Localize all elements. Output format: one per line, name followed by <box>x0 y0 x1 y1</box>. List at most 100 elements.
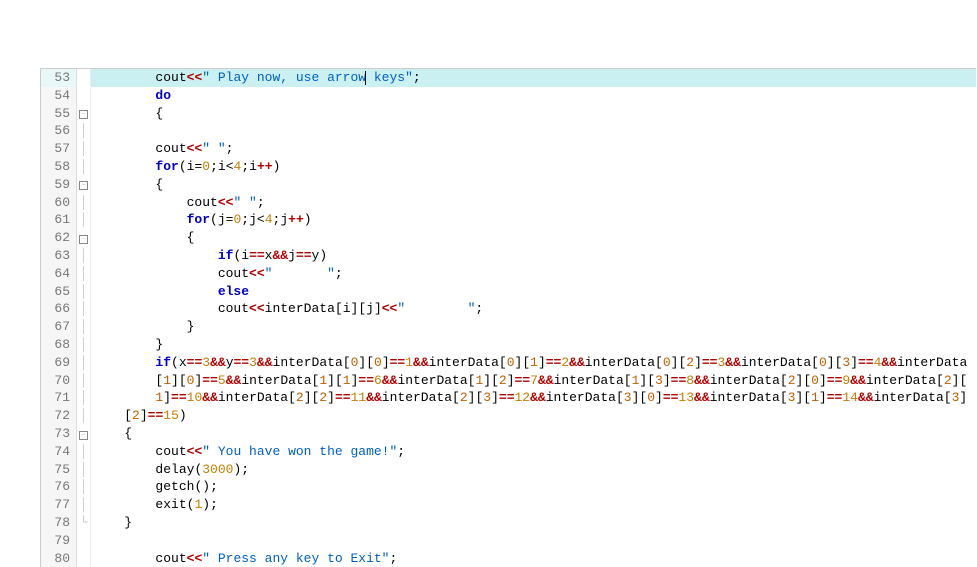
code-content[interactable]: else <box>91 283 976 301</box>
line-number: 54 <box>41 87 77 105</box>
code-content[interactable]: [1][0]==5&&interData[1][1]==6&&interData… <box>91 372 976 390</box>
code-content[interactable]: cout<<" "; <box>91 265 976 283</box>
code-line[interactable]: 53 cout<<" Play now, use arrow keys"; <box>41 69 976 87</box>
line-number: 66 <box>41 300 77 318</box>
fold-gutter: │ <box>77 122 91 140</box>
line-number: 60 <box>41 194 77 212</box>
fold-gutter: │ <box>77 283 91 301</box>
line-number: 57 <box>41 140 77 158</box>
code-content[interactable] <box>91 122 976 140</box>
code-line[interactable]: 56│ <box>41 122 976 140</box>
code-line[interactable]: 76│ getch(); <box>41 478 976 496</box>
fold-gutter: │ <box>77 496 91 514</box>
code-content[interactable]: cout<<" Press any key to Exit"; <box>91 550 976 567</box>
code-content[interactable]: cout<<" "; <box>91 140 976 158</box>
code-content[interactable]: cout<<" Play now, use arrow keys"; <box>91 69 976 87</box>
code-line[interactable]: 64│ cout<<" "; <box>41 265 976 283</box>
line-number: 59 <box>41 176 77 194</box>
code-line[interactable]: 60│ cout<<" "; <box>41 194 976 212</box>
code-line[interactable]: 61│ for(j=0;j<4;j++) <box>41 211 976 229</box>
fold-gutter[interactable]: − <box>77 425 91 443</box>
fold-gutter: │ <box>77 478 91 496</box>
code-line[interactable]: 54 do <box>41 87 976 105</box>
line-number: 74 <box>41 443 77 461</box>
line-number: 79 <box>41 532 77 550</box>
code-content[interactable]: 1]==10&&interData[2][2]==11&&interData[2… <box>91 389 976 407</box>
code-content[interactable]: cout<<" You have won the game!"; <box>91 443 976 461</box>
line-number: 80 <box>41 550 77 567</box>
line-number: 75 <box>41 461 77 479</box>
fold-gutter[interactable]: − <box>77 176 91 194</box>
line-number: 72 <box>41 407 77 425</box>
code-content[interactable]: getch(); <box>91 478 976 496</box>
code-content[interactable]: if(i==x&&j==y) <box>91 247 976 265</box>
line-number: 64 <box>41 265 77 283</box>
code-content[interactable]: for(j=0;j<4;j++) <box>91 211 976 229</box>
line-number: 53 <box>41 69 77 87</box>
code-line[interactable]: 68│ } <box>41 336 976 354</box>
code-content[interactable]: delay(3000); <box>91 461 976 479</box>
fold-gutter[interactable]: − <box>77 229 91 247</box>
code-content[interactable]: if(x==3&&y==3&&interData[0][0]==1&&inter… <box>91 354 976 372</box>
code-content[interactable]: [2]==15) <box>91 407 976 425</box>
fold-gutter <box>77 87 91 105</box>
line-number: 58 <box>41 158 77 176</box>
code-line[interactable]: 55− { <box>41 105 976 123</box>
line-number: 55 <box>41 105 77 123</box>
line-number: 68 <box>41 336 77 354</box>
line-number: 76 <box>41 478 77 496</box>
code-line[interactable]: 73− { <box>41 425 976 443</box>
code-content[interactable]: { <box>91 105 976 123</box>
code-content[interactable]: } <box>91 336 976 354</box>
code-line[interactable]: 77│ exit(1); <box>41 496 976 514</box>
code-line[interactable]: 80 cout<<" Press any key to Exit"; <box>41 550 976 567</box>
line-number: 70 <box>41 372 77 390</box>
code-line[interactable]: 71│ 1]==10&&interData[2][2]==11&&interDa… <box>41 389 976 407</box>
code-content[interactable]: do <box>91 87 976 105</box>
code-line[interactable]: 66│ cout<<interData[i][j]<<" "; <box>41 300 976 318</box>
line-number: 78 <box>41 514 77 532</box>
text-cursor <box>365 71 366 85</box>
fold-gutter: │ <box>77 372 91 390</box>
line-number: 61 <box>41 211 77 229</box>
fold-gutter: │ <box>77 354 91 372</box>
code-content[interactable]: } <box>91 318 976 336</box>
code-content[interactable]: { <box>91 229 976 247</box>
fold-gutter: │ <box>77 443 91 461</box>
fold-gutter: │ <box>77 407 91 425</box>
code-line[interactable]: 72│ [2]==15) <box>41 407 976 425</box>
code-line[interactable]: 57│ cout<<" "; <box>41 140 976 158</box>
code-line[interactable]: 63│ if(i==x&&j==y) <box>41 247 976 265</box>
code-line[interactable]: 67│ } <box>41 318 976 336</box>
code-line[interactable]: 62− { <box>41 229 976 247</box>
fold-gutter: │ <box>77 194 91 212</box>
code-line[interactable]: 65│ else <box>41 283 976 301</box>
code-content[interactable]: exit(1); <box>91 496 976 514</box>
code-line[interactable]: 75│ delay(3000); <box>41 461 976 479</box>
fold-gutter: │ <box>77 265 91 283</box>
code-line[interactable]: 78└ } <box>41 514 976 532</box>
line-number: 77 <box>41 496 77 514</box>
code-line[interactable]: 79 <box>41 532 976 550</box>
code-content[interactable]: cout<<interData[i][j]<<" "; <box>91 300 976 318</box>
code-content[interactable]: { <box>91 176 976 194</box>
line-number: 62 <box>41 229 77 247</box>
code-line[interactable]: 69│ if(x==3&&y==3&&interData[0][0]==1&&i… <box>41 354 976 372</box>
line-number: 69 <box>41 354 77 372</box>
code-editor[interactable]: 53 cout<<" Play now, use arrow keys";54 … <box>40 68 976 567</box>
code-line[interactable]: 58│ for(i=0;i<4;i++) <box>41 158 976 176</box>
code-content[interactable]: { <box>91 425 976 443</box>
line-number: 56 <box>41 122 77 140</box>
fold-gutter[interactable]: − <box>77 105 91 123</box>
code-content[interactable]: cout<<" "; <box>91 194 976 212</box>
code-content[interactable]: for(i=0;i<4;i++) <box>91 158 976 176</box>
line-number: 71 <box>41 389 77 407</box>
code-line[interactable]: 59− { <box>41 176 976 194</box>
line-number: 73 <box>41 425 77 443</box>
code-line[interactable]: 70│ [1][0]==5&&interData[1][1]==6&&inter… <box>41 372 976 390</box>
fold-gutter: │ <box>77 300 91 318</box>
code-line[interactable]: 74│ cout<<" You have won the game!"; <box>41 443 976 461</box>
code-content[interactable]: } <box>91 514 976 532</box>
code-content[interactable] <box>91 532 976 550</box>
fold-gutter <box>77 69 91 87</box>
